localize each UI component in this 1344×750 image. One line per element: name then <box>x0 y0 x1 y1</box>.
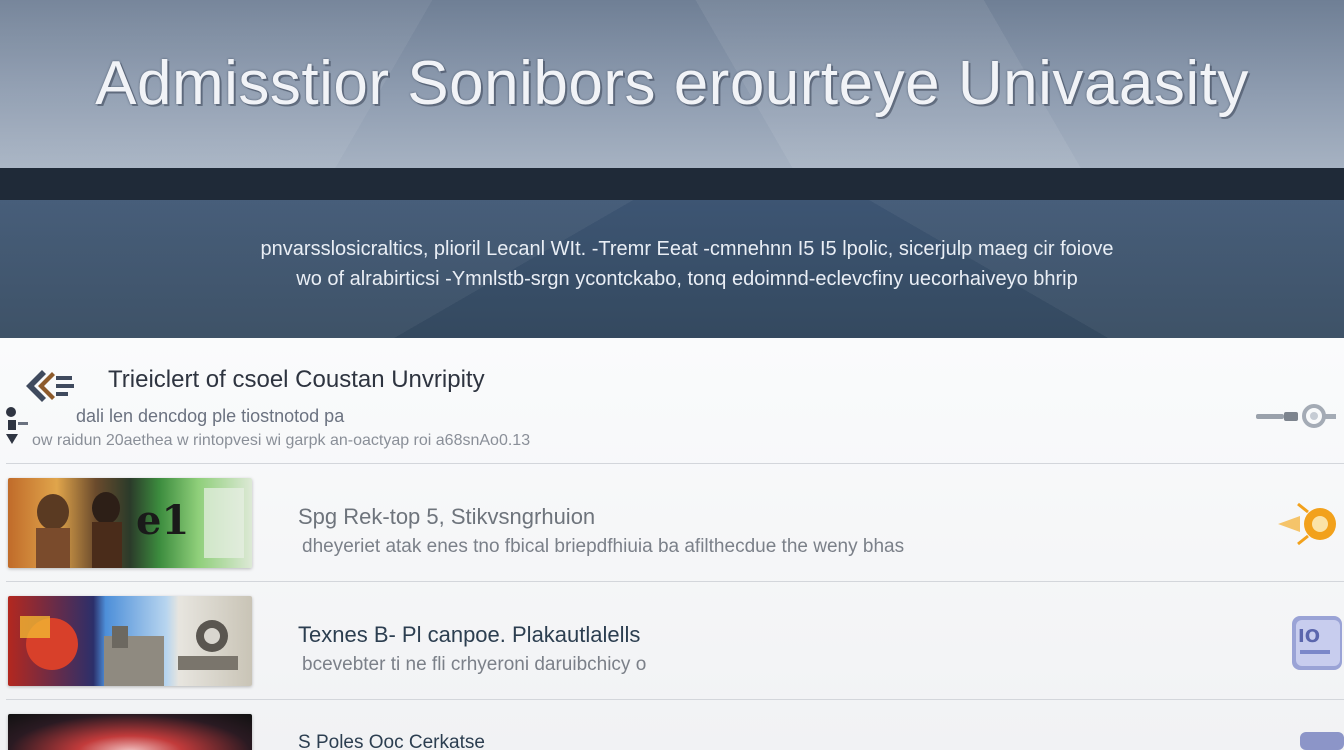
item-thumbnail[interactable] <box>8 714 252 750</box>
intro-text: pnvarsslosicraltics, plioril Lecanl WIt.… <box>150 234 1224 294</box>
page-title: Admisstior Sonibors erourteye Univaasity <box>95 49 1249 118</box>
intro-line-1: pnvarsslosicraltics, plioril Lecanl WIt.… <box>260 238 1114 260</box>
featured-meta: ow raidun 20aethea w rintopvesi wi garpk… <box>32 432 531 449</box>
item-thumbnail[interactable]: e1 <box>8 478 252 568</box>
featured-subtitle: dali len dencdog ple tiostnotod pa <box>76 406 345 426</box>
list-item[interactable]: Texnes B- Pl canpoe. Plakautlalells bcev… <box>0 582 1344 698</box>
list-item[interactable]: e1 Spg Rek-top 5, Stikvsngrhuion dheyeri… <box>0 464 1344 580</box>
item-description: dheyeriet atak enes tno fbical briepdfhi… <box>302 536 905 557</box>
thumbnail-people-image: e1 <box>36 488 244 568</box>
item-title[interactable]: S Poles Ooc Cerkatse <box>298 732 485 750</box>
header-divider-strip <box>0 168 1344 200</box>
featured-title[interactable]: Trieiclert of csoel Coustan Unvripity <box>108 366 485 394</box>
svg-text:e1: e1 <box>136 497 189 544</box>
side-ornament-icon <box>6 407 28 444</box>
item-description: bcevebter ti ne fli crhyeroni daruibchic… <box>302 654 647 675</box>
arrow-link-icon[interactable] <box>1254 402 1336 430</box>
intro-panel: pnvarsslosicraltics, plioril Lecanl WIt.… <box>0 200 1344 338</box>
university-page: Admisstior Sonibors erourteye Univaasity… <box>0 0 1344 750</box>
item-title[interactable]: Spg Rek-top 5, Stikvsngrhuion <box>298 504 595 530</box>
item-thumbnail[interactable] <box>8 596 252 686</box>
content-list: Trieiclert of csoel Coustan Unvripity da… <box>0 338 1344 750</box>
university-crest-icon <box>26 370 74 402</box>
featured-item[interactable]: Trieiclert of csoel Coustan Unvripity da… <box>0 338 1344 463</box>
document-badge-icon[interactable]: IO <box>1274 612 1344 672</box>
item-title[interactable]: Texnes B- Pl canpoe. Plakautlalells <box>298 622 640 648</box>
list-item[interactable]: S Poles Ooc Cerkatse <box>0 700 1344 750</box>
header-banner: Admisstior Sonibors erourteye Univaasity <box>0 0 1344 168</box>
sun-badge-icon[interactable] <box>1274 494 1344 554</box>
partial-badge-icon[interactable] <box>1274 728 1344 750</box>
thumbnail-collage-image <box>20 616 238 686</box>
intro-line-2: wo of alrabirticsi -Ymnlstb-srgn ycontck… <box>296 268 1078 290</box>
svg-text:IO: IO <box>1298 626 1320 647</box>
